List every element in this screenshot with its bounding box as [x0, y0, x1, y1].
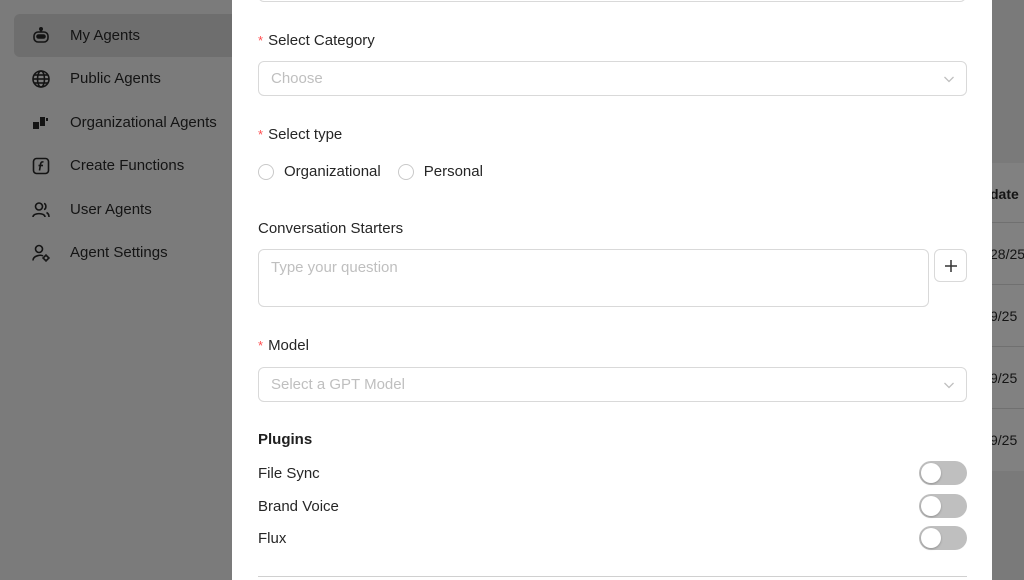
plus-icon	[944, 259, 957, 272]
sidebar-item-label: Create Functions	[70, 157, 185, 174]
chevron-down-icon	[944, 382, 954, 389]
table-row: 9/25	[992, 346, 1024, 408]
table-header-cell: date	[992, 186, 1019, 202]
brand-voice-toggle[interactable]	[919, 494, 967, 518]
radio-organizational[interactable]: Organizational	[258, 163, 381, 180]
model-label: * Model	[258, 337, 309, 354]
question-placeholder: Type your question	[271, 259, 398, 276]
category-select[interactable]: Choose	[258, 61, 967, 96]
agent-form-modal: * Select Category Choose * Select type Org…	[232, 0, 992, 580]
category-placeholder: Choose	[271, 70, 323, 87]
divider	[258, 576, 967, 577]
model-placeholder: Select a GPT Model	[271, 376, 405, 393]
table-row: 9/25	[992, 284, 1024, 346]
sidebar-item-label: Agent Settings	[70, 244, 168, 261]
table-row: 28/25	[992, 222, 1024, 284]
blocks-icon	[30, 112, 52, 134]
function-icon	[30, 155, 52, 177]
question-textarea[interactable]: Type your question	[258, 249, 929, 307]
radio-label: Organizational	[284, 163, 381, 180]
sidebar-item-organizational-agents[interactable]: Organizational Agents	[14, 101, 244, 144]
file-sync-toggle[interactable]	[919, 461, 967, 485]
sidebar-item-my-agents[interactable]: My Agents	[14, 14, 244, 57]
sidebar-item-label: My Agents	[70, 27, 141, 44]
radio-circle[interactable]	[397, 163, 414, 180]
sidebar-item-agent-settings[interactable]: Agent Settings	[14, 231, 244, 274]
required-mark: *	[258, 33, 264, 48]
radio-circle[interactable]	[258, 163, 274, 180]
globe-icon	[30, 68, 52, 90]
user-gear-icon	[30, 242, 52, 264]
toggle-knob	[921, 528, 941, 548]
toggle-knob	[921, 496, 941, 516]
add-question-button[interactable]	[934, 249, 967, 282]
required-mark: *	[258, 338, 264, 353]
previous-field-input[interactable]	[258, 0, 966, 2]
robot-icon	[30, 25, 52, 47]
sidebar-item-label: Organizational Agents	[70, 114, 217, 131]
plugin-flux: Flux	[258, 526, 967, 550]
sidebar-item-public-agents[interactable]: Public Agents	[14, 57, 244, 100]
toggle-knob	[921, 463, 941, 483]
sidebar-item-user-agents[interactable]: User Agents	[14, 188, 244, 231]
chevron-down-icon	[944, 76, 954, 83]
category-label: * Select Category	[258, 32, 375, 49]
radio-label: Personal	[423, 163, 483, 180]
table-row: 9/25	[992, 408, 1024, 470]
flux-toggle[interactable]	[919, 526, 967, 550]
radio-personal[interactable]: Personal	[397, 163, 483, 180]
plugin-label: Flux	[258, 529, 287, 547]
users-icon	[30, 199, 52, 221]
plugin-file-sync: File Sync	[258, 461, 967, 485]
required-mark: *	[258, 127, 264, 142]
sidebar-item-create-functions[interactable]: Create Functions	[14, 144, 244, 187]
sidebar-item-label: Public Agents	[70, 70, 161, 87]
plugin-brand-voice: Brand Voice	[258, 494, 967, 518]
sidebar-item-label: User Agents	[70, 201, 152, 218]
plugins-title: Plugins	[258, 431, 313, 448]
type-radio-group: Organizational Personal	[258, 163, 500, 180]
type-label: * Select type	[258, 126, 343, 143]
plugin-label: Brand Voice	[258, 497, 339, 515]
sidebar: My Agents Public Agents Organizational A…	[0, 0, 244, 580]
starters-label: Conversation Starters	[258, 220, 404, 237]
plugin-label: File Sync	[258, 464, 320, 482]
model-select[interactable]: Select a GPT Model	[258, 367, 967, 402]
